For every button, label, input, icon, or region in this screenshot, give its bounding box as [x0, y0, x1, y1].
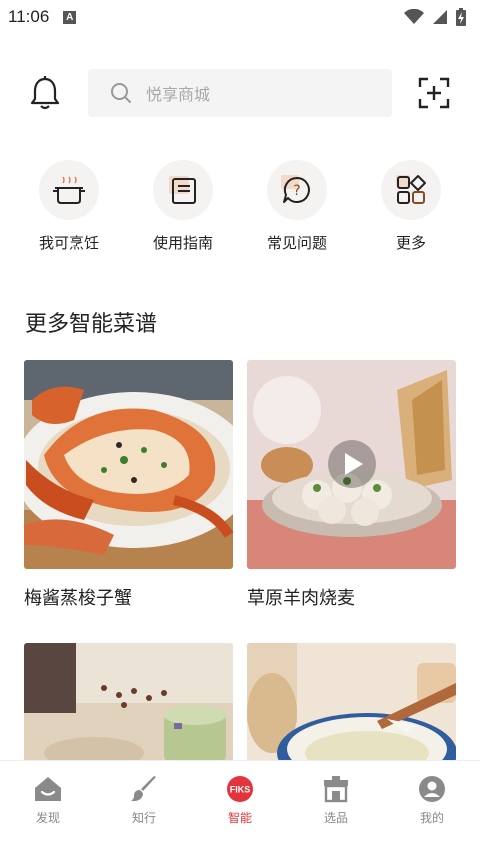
book-icon [169, 176, 196, 204]
quick-action-icon-wrap [381, 160, 441, 220]
recipe-title: 梅酱蒸梭子蟹 [24, 588, 132, 609]
tab-zhixing[interactable]: 知行 [96, 761, 192, 853]
search-placeholder: 悦享商城 [146, 85, 211, 104]
notification-badge-icon: A [63, 10, 77, 24]
search-icon [111, 83, 131, 103]
recipe-card[interactable]: 草原羊肉烧麦 [247, 360, 456, 610]
tab-label: 知行 [131, 811, 156, 825]
quick-action-label: 常见问题 [266, 234, 327, 252]
quick-action-icon-wrap [153, 160, 213, 220]
pot-icon [53, 176, 85, 204]
scan-icon[interactable] [418, 77, 450, 109]
bottom-tab-bar: 发现 知行 FIKS 智能 选品 我的 [0, 760, 480, 853]
grid-more-icon [396, 175, 426, 204]
wifi-icon [404, 9, 424, 24]
profile-icon [419, 776, 445, 802]
svg-text:FIKS: FIKS [230, 785, 251, 795]
status-indicators [404, 8, 466, 26]
recipe-title: 草原羊肉烧麦 [247, 588, 355, 609]
quick-action-label: 使用指南 [152, 234, 213, 252]
quick-action-more[interactable]: 更多 [366, 160, 456, 253]
cell-signal-icon [433, 10, 447, 24]
tab-label: 智能 [227, 811, 252, 825]
quick-action-faq[interactable]: ? 常见问题 [252, 160, 342, 253]
quick-actions: 我可烹饪 使用指南 ? 常见问题 更多 [0, 160, 480, 260]
store-icon [324, 776, 348, 803]
quick-action-cookable[interactable]: 我可烹饪 [24, 160, 114, 253]
tab-discover[interactable]: 发现 [0, 761, 96, 853]
quick-action-guide[interactable]: 使用指南 [138, 160, 228, 253]
bell-icon[interactable] [28, 75, 62, 111]
search-bar[interactable]: 悦享商城 [88, 69, 392, 117]
status-bar: 11:06 A [0, 0, 480, 34]
svg-text:?: ? [293, 183, 300, 199]
quick-action-label: 我可烹饪 [38, 234, 99, 252]
brush-icon [131, 776, 156, 802]
tab-label: 我的 [419, 811, 444, 825]
battery-icon [456, 8, 466, 26]
tab-smart[interactable]: FIKS 智能 [192, 761, 288, 853]
quick-action-icon-wrap [39, 160, 99, 220]
tab-label: 选品 [323, 811, 348, 825]
recipe-image-shaomai [247, 360, 456, 569]
house-icon [35, 777, 61, 801]
tab-mine[interactable]: 我的 [384, 761, 480, 853]
quick-action-label: 更多 [395, 234, 426, 252]
recipe-card[interactable]: 梅酱蒸梭子蟹 [24, 360, 233, 610]
quick-action-icon-wrap: ? [267, 160, 327, 220]
section-title: 更多智能菜谱 [25, 312, 158, 337]
recipe-image-crab [24, 360, 233, 569]
question-bubble-icon: ? [281, 175, 310, 203]
status-time: 11:06 [8, 7, 50, 26]
fiks-logo-icon: FIKS [227, 776, 253, 802]
tab-label: 发现 [35, 811, 60, 825]
top-header: 悦享商城 [0, 69, 480, 117]
tab-products[interactable]: 选品 [288, 761, 384, 853]
